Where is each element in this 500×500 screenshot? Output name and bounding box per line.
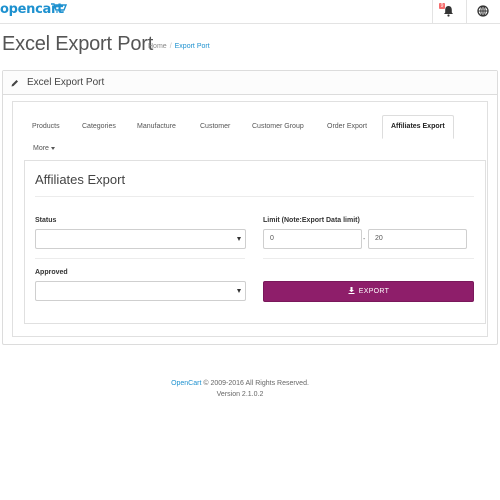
row-divider bbox=[35, 258, 245, 259]
copyright-text: © 2009-2016 All Rights Reserved. bbox=[201, 380, 309, 387]
tab-manufacture[interactable]: Manufacture bbox=[137, 115, 176, 139]
breadcrumb-home[interactable]: Home bbox=[148, 43, 167, 50]
select-caret-icon bbox=[237, 237, 241, 241]
notifications-button[interactable]: 9 bbox=[432, 0, 465, 24]
export-tabs: Products Categories Manufacture Customer… bbox=[12, 115, 488, 139]
more-label: More bbox=[33, 145, 49, 152]
opencart-link[interactable]: OpenCart bbox=[171, 380, 201, 387]
limit-start-input[interactable]: 0 bbox=[263, 229, 362, 249]
version-text: Version 2.1.0.2 bbox=[216, 391, 264, 398]
footer: OpenCart © 2009-2016 All Rights Reserved… bbox=[0, 378, 480, 400]
tab-affiliates-export[interactable]: Affiliates Export bbox=[382, 115, 454, 139]
tab-products[interactable]: Products bbox=[32, 115, 60, 139]
tab-customer-group[interactable]: Customer Group bbox=[252, 115, 304, 139]
tab-order-export[interactable]: Order Export bbox=[327, 115, 367, 139]
section-divider bbox=[35, 196, 474, 197]
pencil-icon bbox=[11, 80, 18, 87]
tab-customer[interactable]: Customer bbox=[200, 115, 230, 139]
page-title: Excel Export Port bbox=[2, 33, 154, 55]
limit-end-input[interactable]: 20 bbox=[368, 229, 467, 249]
more-tabs-dropdown[interactable]: More bbox=[33, 145, 55, 152]
breadcrumb-export-port[interactable]: Export Port bbox=[175, 43, 210, 50]
row-divider bbox=[263, 258, 474, 259]
approved-label: Approved bbox=[35, 269, 68, 276]
panel-title: Excel Export Port bbox=[27, 77, 105, 88]
breadcrumb: Home / Export Port bbox=[148, 43, 210, 50]
caret-down-icon bbox=[50, 146, 55, 150]
status-label: Status bbox=[35, 217, 57, 224]
limit-separator: - bbox=[363, 236, 366, 243]
globe-icon bbox=[477, 5, 489, 17]
store-front-button[interactable] bbox=[466, 0, 499, 24]
tab-categories[interactable]: Categories bbox=[82, 115, 116, 139]
approved-select[interactable] bbox=[35, 281, 246, 301]
export-button[interactable]: EXPORT bbox=[263, 281, 474, 302]
panel-heading: Excel Export Port bbox=[3, 71, 497, 95]
top-navbar: opencart 9 bbox=[0, 0, 500, 24]
select-caret-icon bbox=[237, 289, 241, 293]
cart-icon bbox=[51, 3, 67, 13]
download-icon bbox=[348, 286, 355, 294]
bell-icon bbox=[444, 6, 453, 17]
section-title: Affiliates Export bbox=[35, 172, 126, 187]
export-label: EXPORT bbox=[358, 288, 390, 295]
status-select[interactable] bbox=[35, 229, 246, 249]
limit-label: Limit (Note:Export Data limit) bbox=[263, 217, 360, 224]
